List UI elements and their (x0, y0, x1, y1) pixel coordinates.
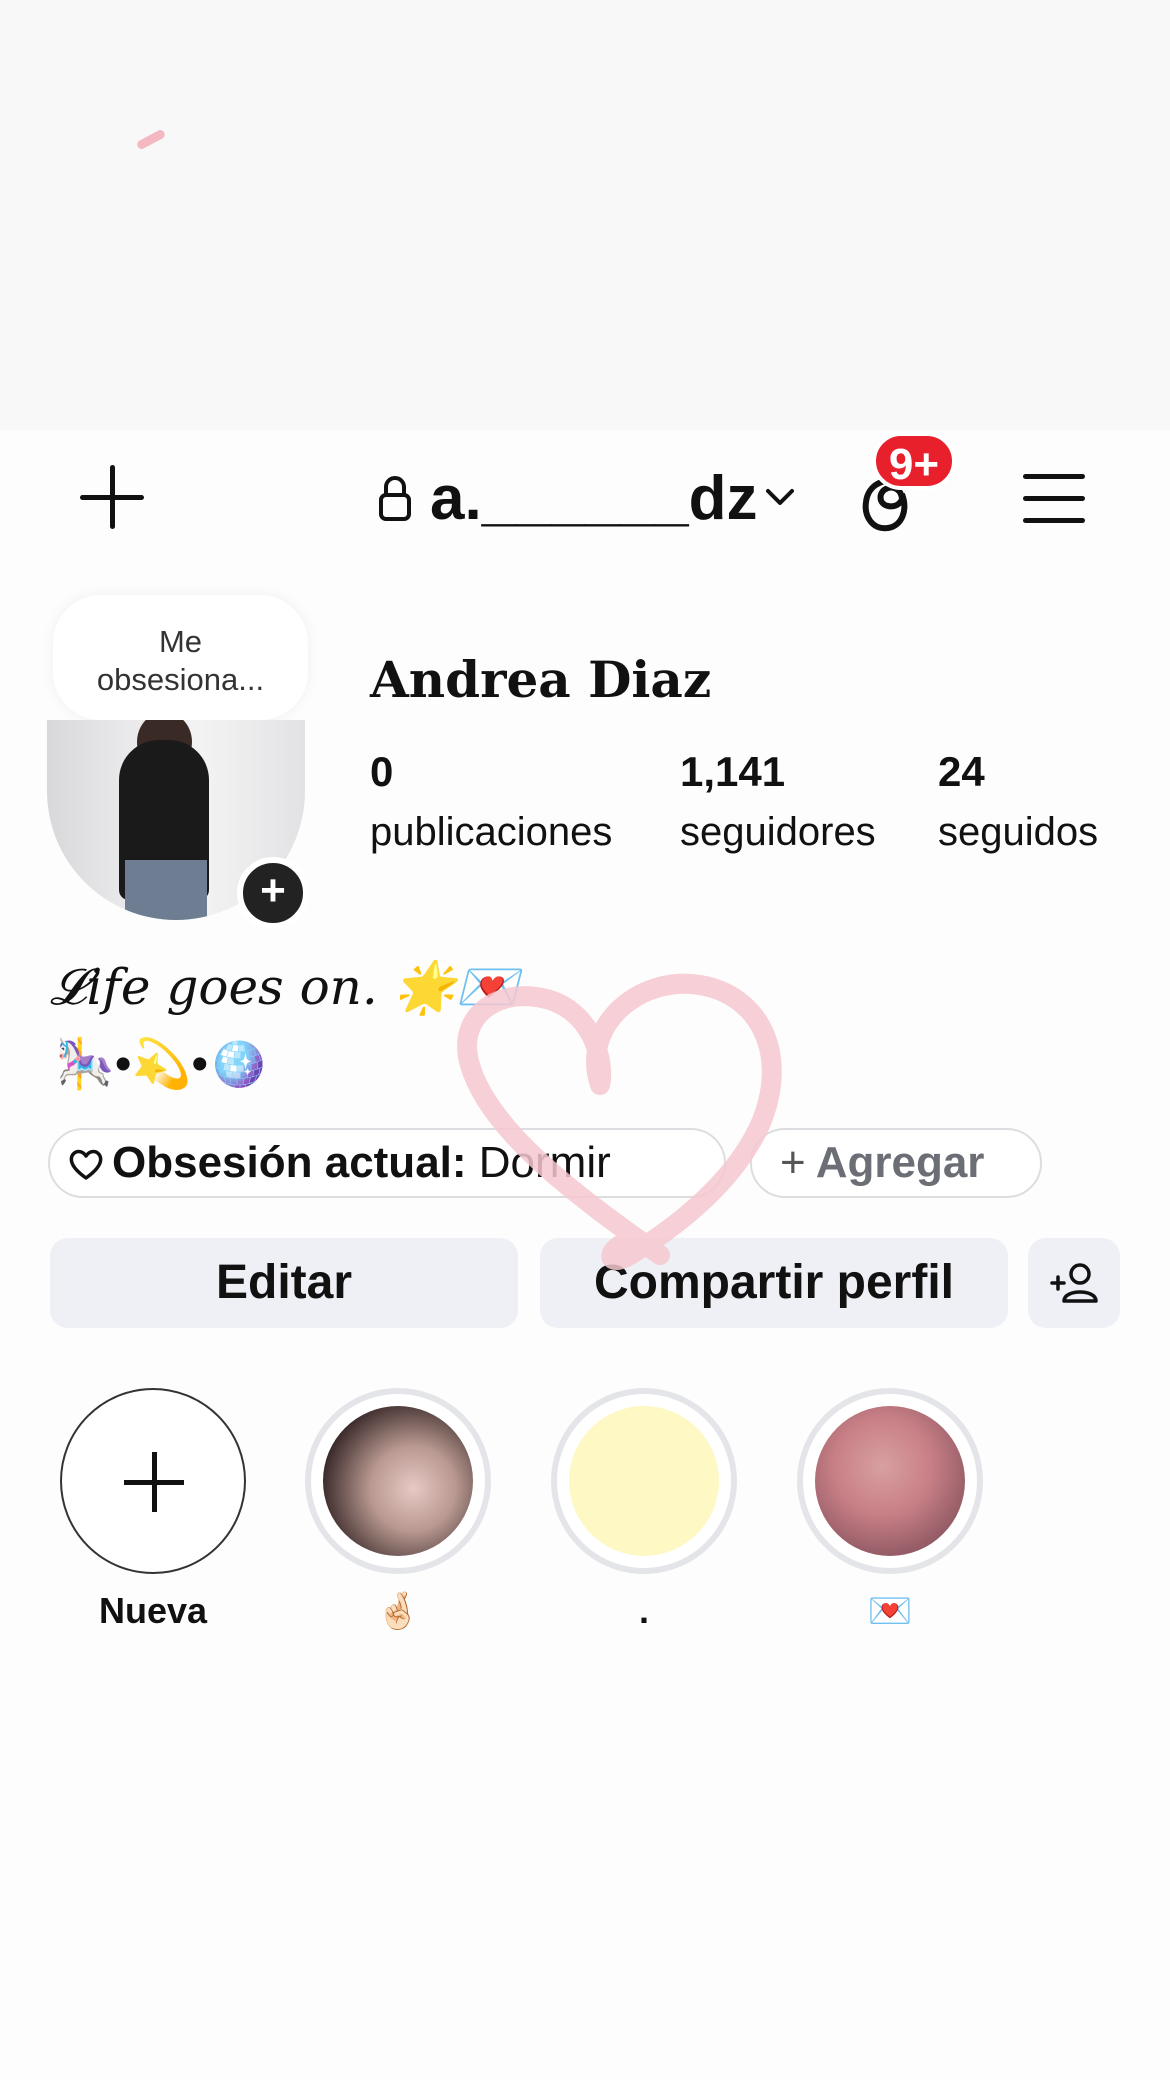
create-plus-icon[interactable] (80, 465, 144, 529)
add-story-plus-icon[interactable]: + (237, 857, 309, 929)
username[interactable]: a.______dz (430, 460, 757, 538)
bio-line-1: 𝓛ife goes on. 🌟💌 (50, 958, 519, 1016)
highlight-label-3: 💌 (867, 1590, 913, 1631)
current-obsession-chip[interactable]: Obsesión actual: Dormir (48, 1128, 726, 1198)
highlight-label-2: . (638, 1590, 649, 1631)
notification-badge: 9+ (872, 432, 956, 490)
add-person-icon (1050, 1263, 1098, 1303)
note-text: Me obsesiona... (96, 624, 265, 697)
plus-icon: + (780, 1138, 806, 1187)
stat-followers-count[interactable]: 1,141 (680, 748, 785, 796)
chevron-down-icon[interactable] (765, 486, 795, 508)
add-chip-label: Agregar (815, 1138, 985, 1187)
obsession-value: Dormir (478, 1138, 611, 1187)
heart-outline-icon (69, 1149, 103, 1180)
menu-icon[interactable] (1023, 472, 1085, 524)
edit-profile-button[interactable]: Editar (50, 1238, 518, 1328)
highlight-1[interactable] (305, 1388, 491, 1574)
stat-followers-label[interactable]: seguidores (680, 810, 876, 855)
obsession-label: Obsesión actual: (112, 1138, 467, 1187)
status-area (0, 0, 1170, 430)
highlight-label-1: 🤞🏻 (375, 1590, 421, 1631)
lock-icon (379, 476, 411, 521)
add-chip-button[interactable]: + Agregar (750, 1128, 1042, 1198)
highlight-3[interactable] (797, 1388, 983, 1574)
stat-following-label[interactable]: seguidos (938, 810, 1098, 855)
highlight-2[interactable] (551, 1388, 737, 1574)
new-highlight-button[interactable] (60, 1388, 246, 1574)
display-name: Andrea Diaz (370, 650, 712, 709)
discover-people-button[interactable] (1028, 1238, 1120, 1328)
highlight-label-new: Nueva (98, 1590, 208, 1631)
stat-posts-label[interactable]: publicaciones (370, 810, 612, 855)
stat-following-count[interactable]: 24 (938, 748, 985, 796)
bio-line-2: 🎠•💫•🪩 (55, 1038, 268, 1091)
note-bubble[interactable]: Me obsesiona... (53, 595, 308, 720)
stat-posts-count[interactable]: 0 (370, 748, 393, 796)
share-profile-button[interactable]: Compartir perfil (540, 1238, 1008, 1328)
